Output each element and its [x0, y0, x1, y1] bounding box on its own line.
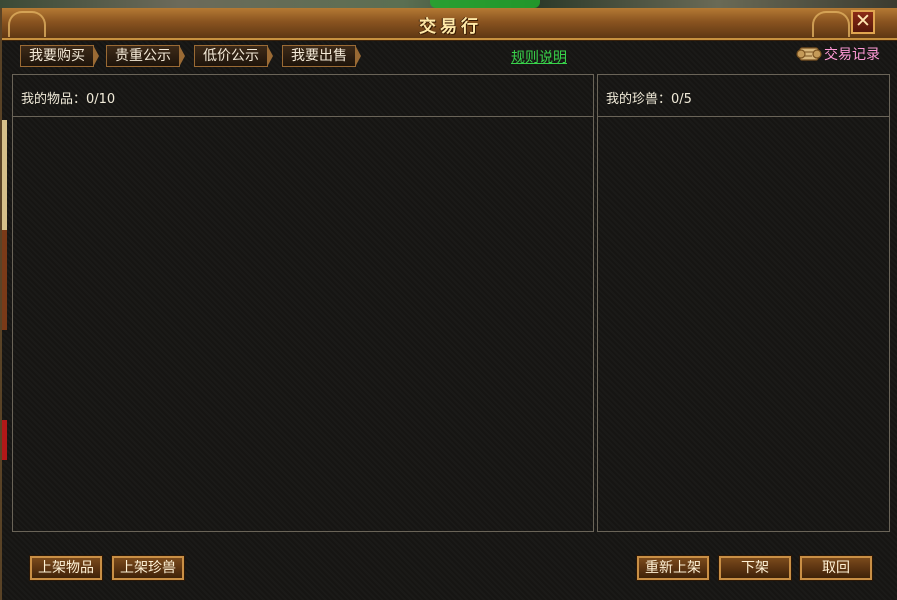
close-icon: ✕	[855, 10, 871, 32]
my-items-panel: 我的物品：0/10	[12, 74, 594, 532]
trade-window: 交易行 ✕ 我要购买 贵重公示 低价公示 我要出售 规则说明 交易记录 我的物品…	[0, 8, 897, 600]
my-items-header: 我的物品：0/10	[13, 75, 593, 117]
my-pets-panel: 我的珍兽：0/5	[597, 74, 890, 532]
trade-records-label: 交易记录	[824, 47, 880, 63]
left-edge-ornament	[2, 120, 7, 230]
list-pet-button[interactable]: 上架珍兽	[111, 555, 185, 581]
scroll-icon	[796, 47, 822, 61]
relist-button[interactable]: 重新上架	[636, 555, 710, 581]
my-pets-header: 我的珍兽：0/5	[598, 75, 889, 117]
tab-lowprice-notice[interactable]: 低价公示	[194, 45, 273, 67]
tab-buy[interactable]: 我要购买	[20, 45, 99, 67]
left-edge-ornament	[2, 420, 7, 460]
window-title: 交易行	[419, 17, 482, 37]
scene-green-text-glow	[430, 0, 540, 8]
title-bar[interactable]: 交易行 ✕	[2, 8, 897, 40]
left-edge-ornament	[2, 230, 7, 330]
list-item-button[interactable]: 上架物品	[29, 555, 103, 581]
tab-sell[interactable]: 我要出售	[282, 45, 361, 67]
close-button[interactable]: ✕	[851, 10, 875, 34]
my-items-count: 我的物品：0/10	[21, 92, 116, 107]
retrieve-button[interactable]: 取回	[799, 555, 873, 581]
tab-valuable-notice[interactable]: 贵重公示	[106, 45, 185, 67]
rules-link[interactable]: 规则说明	[511, 47, 567, 67]
delist-button[interactable]: 下架	[718, 555, 792, 581]
my-pets-count: 我的珍兽：0/5	[606, 92, 692, 107]
